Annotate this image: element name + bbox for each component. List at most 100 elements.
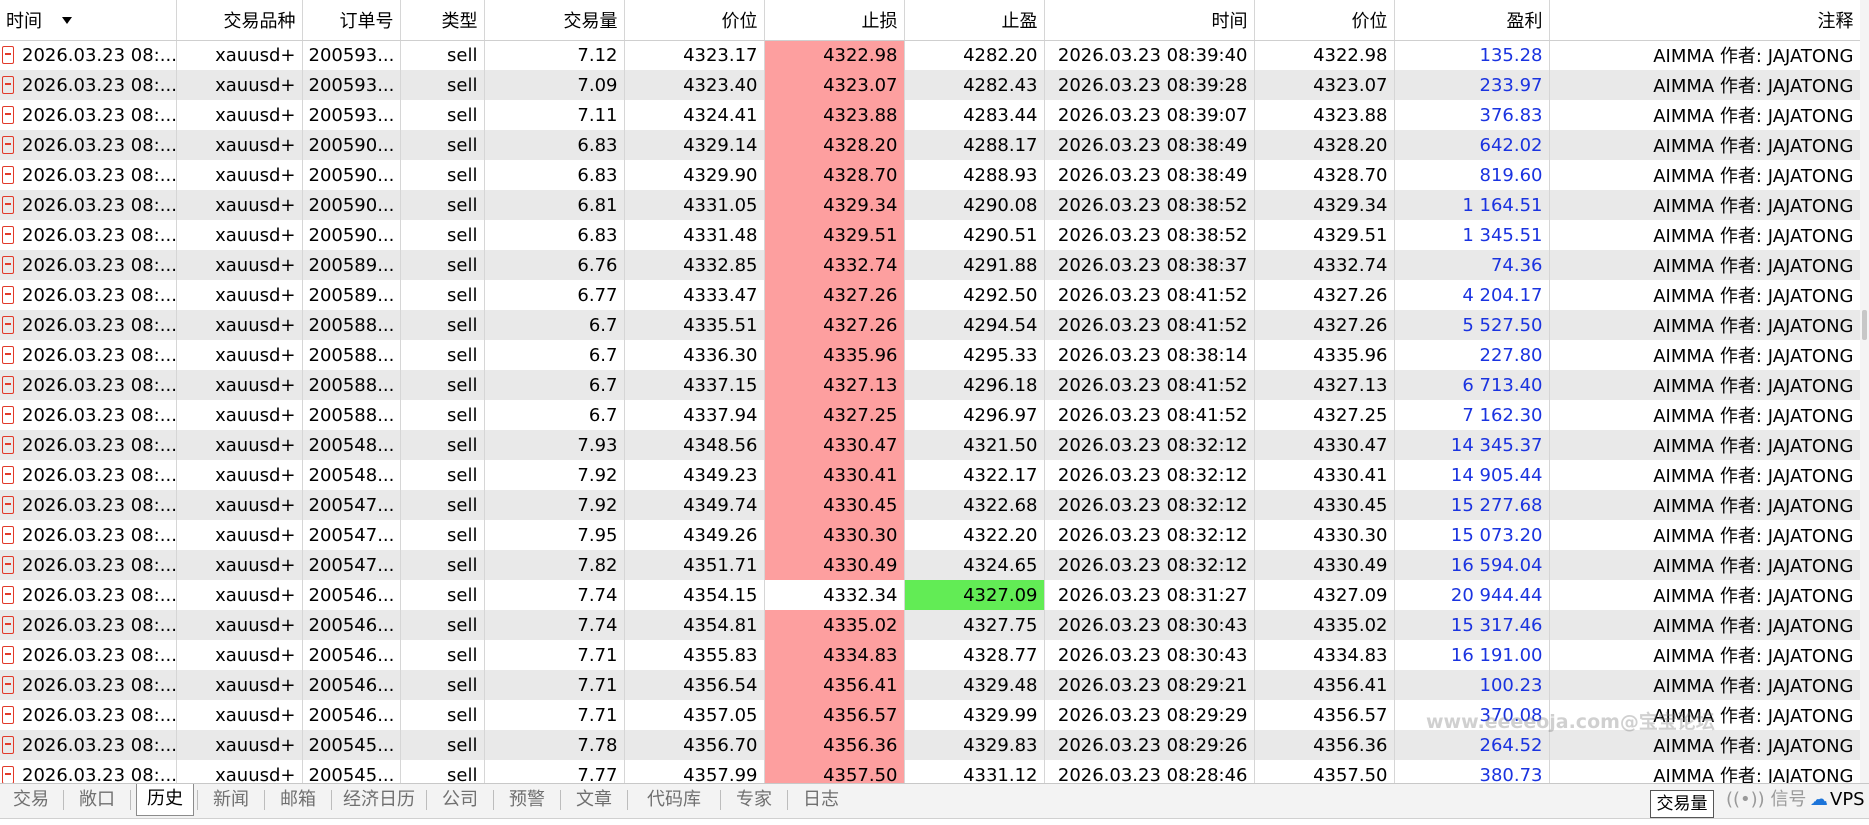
cell-open-time-text: 2026.03.23 08:... xyxy=(22,254,176,276)
col-header-open-time[interactable]: 时间 xyxy=(0,0,177,41)
cell-volume: 7.09 xyxy=(484,70,625,100)
table-row[interactable]: 2026.03.23 08:... xauusd+ 200593... sell 7.0… xyxy=(0,70,1861,100)
cell-profit-text: 5 527.50 xyxy=(1462,314,1543,336)
col-header-stop-loss[interactable]: 止损 xyxy=(764,0,905,41)
tab-0[interactable]: 交易 xyxy=(4,785,58,815)
cell-type: sell xyxy=(400,640,485,670)
cell-close-time-text: 2026.03.23 08:41:52 xyxy=(1057,404,1248,426)
cell-symbol-text: xauusd+ xyxy=(215,704,296,726)
cell-close-time-text: 2026.03.23 08:41:52 xyxy=(1057,284,1248,306)
cell-type: sell xyxy=(400,100,485,130)
volume-button[interactable]: 交易量 xyxy=(1650,790,1714,818)
tab-6[interactable]: 公司 xyxy=(432,785,488,815)
cell-volume-text: 7.92 xyxy=(577,464,618,486)
order-document-icon xyxy=(2,435,14,454)
vps-status[interactable]: ☁ VPS xyxy=(1810,785,1865,815)
cell-close-time: 2026.03.23 08:41:52 xyxy=(1044,370,1255,400)
table-row[interactable]: 2026.03.23 08:... xauusd+ 200590... sell 6.8… xyxy=(0,220,1861,250)
table-row[interactable]: 2026.03.23 08:... xauusd+ 200546... sell 7.7… xyxy=(0,670,1861,700)
cell-symbol-text: xauusd+ xyxy=(215,44,296,66)
cell-close-price-text: 4323.07 xyxy=(1313,74,1388,96)
order-document-icon xyxy=(2,615,14,634)
cell-volume: 6.7 xyxy=(484,310,625,340)
table-row[interactable]: 2026.03.23 08:... xauusd+ 200546... sell 7.7… xyxy=(0,580,1861,610)
cell-comment: AIMMA 作者: JAJATONG xyxy=(1549,460,1861,490)
table-row[interactable]: 2026.03.23 08:... xauusd+ 200593... sell 7.1… xyxy=(0,100,1861,130)
col-header-volume[interactable]: 交易量 xyxy=(484,0,625,41)
table-row[interactable]: 2026.03.23 08:... xauusd+ 200546... sell 7.7… xyxy=(0,640,1861,670)
cell-open-price-text: 4329.14 xyxy=(683,134,758,156)
table-row[interactable]: 2026.03.23 08:... xauusd+ 200588... sell 6.7… xyxy=(0,370,1861,400)
order-document-icon xyxy=(2,315,14,334)
col-header-order[interactable]: 订单号 xyxy=(302,0,401,41)
table-row[interactable]: 2026.03.23 08:... xauusd+ 200547... sell 7.9… xyxy=(0,520,1861,550)
table-row[interactable]: 2026.03.23 08:... xauusd+ 200547... sell 7.9… xyxy=(0,490,1861,520)
cell-open-time-text: 2026.03.23 08:... xyxy=(22,44,176,66)
cell-type: sell xyxy=(400,190,485,220)
table-row[interactable]: 2026.03.23 08:... xauusd+ 200589... sell 6.7… xyxy=(0,250,1861,280)
col-header-type[interactable]: 类型 xyxy=(400,0,485,41)
table-row[interactable]: 2026.03.23 08:... xauusd+ 200546... sell 7.7… xyxy=(0,700,1861,730)
cell-open-time: 2026.03.23 08:... xyxy=(0,640,177,670)
cell-stop-loss: 4330.45 xyxy=(764,490,905,520)
cell-open-time-text: 2026.03.23 08:... xyxy=(22,494,176,516)
table-row[interactable]: 2026.03.23 08:... xauusd+ 200590... sell 6.8… xyxy=(0,130,1861,160)
col-header-close-time[interactable]: 时间 xyxy=(1044,0,1255,41)
cell-profit-text: 16 594.04 xyxy=(1450,554,1543,576)
table-row[interactable]: 2026.03.23 08:... xauusd+ 200548... sell 7.9… xyxy=(0,460,1861,490)
vertical-scrollbar[interactable] xyxy=(1860,0,1869,785)
cell-type-text: sell xyxy=(447,44,478,66)
tab-9[interactable]: 代码库 xyxy=(633,785,715,815)
table-row[interactable]: 2026.03.23 08:... xauusd+ 200590... sell 6.8… xyxy=(0,190,1861,220)
col-header-comment[interactable]: 注释 xyxy=(1549,0,1861,41)
cell-close-time-text: 2026.03.23 08:38:49 xyxy=(1057,164,1248,186)
col-header-profit[interactable]: 盈利 xyxy=(1394,0,1550,41)
table-row[interactable]: 2026.03.23 08:... xauusd+ 200545... sell 7.7… xyxy=(0,730,1861,760)
tab-4[interactable]: 邮箱 xyxy=(270,785,326,815)
cell-volume-text: 6.7 xyxy=(588,374,618,396)
sort-desc-icon[interactable] xyxy=(62,16,72,24)
col-header-take-profit[interactable]: 止盈 xyxy=(904,0,1045,41)
scrollbar-thumb[interactable] xyxy=(1862,310,1867,340)
tab-11[interactable]: 日志 xyxy=(793,785,849,815)
tab-2[interactable]: 历史 xyxy=(136,784,194,816)
tab-5[interactable]: 经济日历 xyxy=(337,785,421,815)
cell-stop-loss: 4330.30 xyxy=(764,520,905,550)
cell-open-price: 4351.71 xyxy=(624,550,765,580)
tab-1[interactable]: 敞口 xyxy=(69,785,125,815)
col-header-open-price[interactable]: 价位 xyxy=(624,0,765,41)
cell-stop-loss: 4322.98 xyxy=(764,40,905,70)
tab-10[interactable]: 专家 xyxy=(726,785,782,815)
cell-volume-text: 7.12 xyxy=(577,44,618,66)
cell-close-time-text: 2026.03.23 08:38:14 xyxy=(1057,344,1248,366)
col-header-symbol[interactable]: 交易品种 xyxy=(176,0,303,41)
table-row[interactable]: 2026.03.23 08:... xauusd+ 200547... sell 7.8… xyxy=(0,550,1861,580)
table-row[interactable]: 2026.03.23 08:... xauusd+ 200593... sell 7.1… xyxy=(0,40,1861,70)
cell-close-price-text: 4329.51 xyxy=(1313,224,1388,246)
table-row[interactable]: 2026.03.23 08:... xauusd+ 200548... sell 7.9… xyxy=(0,430,1861,460)
table-row[interactable]: 2026.03.23 08:... xauusd+ 200589... sell 6.7… xyxy=(0,280,1861,310)
cell-profit: 14 345.37 xyxy=(1394,430,1550,460)
cell-open-time-text: 2026.03.23 08:... xyxy=(22,374,176,396)
cell-profit-text: 15 277.68 xyxy=(1450,494,1543,516)
cell-stop-loss-text: 4327.26 xyxy=(823,284,898,306)
table-row[interactable]: 2026.03.23 08:... xauusd+ 200588... sell 6.7… xyxy=(0,340,1861,370)
col-header-close-price[interactable]: 价位 xyxy=(1254,0,1395,41)
table-row[interactable]: 2026.03.23 08:... xauusd+ 200590... sell 6.8… xyxy=(0,160,1861,190)
table-row[interactable]: 2026.03.23 08:... xauusd+ 200546... sell 7.7… xyxy=(0,610,1861,640)
tab-3[interactable]: 新闻 xyxy=(203,785,259,815)
cell-volume: 7.12 xyxy=(484,40,625,70)
tab-7[interactable]: 预警 xyxy=(499,785,555,815)
tab-8[interactable]: 文章 xyxy=(566,785,622,815)
table-row[interactable]: 2026.03.23 08:... xauusd+ 200588... sell 6.7… xyxy=(0,400,1861,430)
signal-status[interactable]: ((•)) 信号 xyxy=(1726,785,1806,815)
table-row[interactable]: 2026.03.23 08:... xauusd+ 200588... sell 6.7… xyxy=(0,310,1861,340)
cell-close-time: 2026.03.23 08:39:40 xyxy=(1044,40,1255,70)
order-document-icon xyxy=(2,645,14,664)
cell-close-time-text: 2026.03.23 08:32:12 xyxy=(1057,554,1248,576)
cell-open-time-text: 2026.03.23 08:... xyxy=(22,554,176,576)
cell-stop-loss-text: 4327.13 xyxy=(823,374,898,396)
cell-close-time-text: 2026.03.23 08:39:28 xyxy=(1057,74,1248,96)
cell-take-profit: 4282.43 xyxy=(904,70,1045,100)
cell-type: sell xyxy=(400,580,485,610)
